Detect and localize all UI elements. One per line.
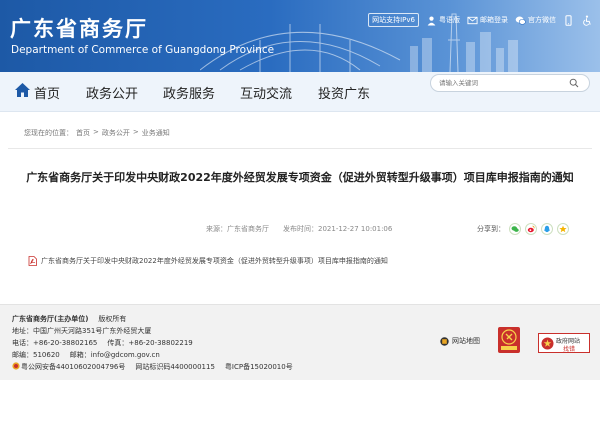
share-weibo-button[interactable] [525, 223, 537, 235]
gov-seal-icon [541, 337, 554, 350]
nav-item-home[interactable]: 首页 [34, 83, 60, 102]
nav-item-interaction[interactable]: 互动交流 [240, 83, 292, 102]
footer-address: 地址：中国广州天河路351号广东外经贸大厦 [12, 327, 152, 335]
pdf-icon [28, 256, 37, 266]
breadcrumb-business-notice[interactable]: 业务通知 [142, 128, 170, 138]
breadcrumb-prefix: 您现在的位置： [24, 129, 73, 137]
site-title: 广东省商务厅 [10, 17, 148, 41]
ipv6-badge: 网站支持IPv6 [368, 13, 419, 27]
site-subtitle: Department of Commerce of Guangdong Prov… [11, 44, 275, 56]
footer-email: 邮箱：info@gdcom.gov.cn [69, 351, 160, 359]
police-badge-icon [12, 362, 20, 370]
home-icon[interactable] [14, 82, 31, 98]
share-wechat-button[interactable] [509, 223, 521, 235]
official-wechat-label: 官方微信 [528, 16, 556, 24]
mail-login-label: 邮箱登录 [480, 16, 508, 24]
nav-item-gov-services[interactable]: 政务服务 [163, 83, 215, 102]
gov-badge-line2: 找错 [563, 346, 576, 353]
footer-postcode: 邮编：510620 [12, 351, 60, 359]
breadcrumb-home[interactable]: 首页 [76, 128, 90, 138]
official-wechat-link[interactable]: 官方微信 [515, 15, 556, 26]
article-meta: 来源：广东省商务厅 发布时间：2021-12-27 10:01:06 [206, 224, 392, 234]
footer-reg-line: 粤公网安备44010602004796号 网站标识码4400000115 粤ICP备… [12, 362, 293, 372]
breadcrumb-separator: > [93, 128, 99, 136]
mail-icon [467, 16, 478, 24]
share-qq-button[interactable] [541, 223, 553, 235]
share-bar: 分享到： [477, 223, 569, 235]
footer-org-line: 广东省商务厅(主办单位) 版权所有 [12, 314, 126, 324]
search-box [430, 74, 590, 92]
attachment-title: 广东省商务厅关于印发中央财政2022年度外经贸发展专项资金（促进外贸转型升级事项… [41, 257, 388, 265]
attachment-link[interactable]: 广东省商务厅关于印发中央财政2022年度外经贸发展专项资金（促进外贸转型升级事项… [28, 256, 388, 266]
cantonese-link[interactable]: 粤语版 [426, 15, 460, 26]
wechat-icon [515, 16, 526, 25]
search-input[interactable] [431, 79, 569, 87]
wechat-icon [511, 226, 519, 232]
gov-site-error-badge[interactable]: 政府网站 找错 [538, 333, 590, 353]
cantonese-label: 粤语版 [439, 16, 460, 24]
share-qzone-button[interactable] [557, 223, 569, 235]
breadcrumb-gov-affairs[interactable]: 政务公开 [102, 128, 130, 138]
qq-icon [544, 225, 550, 233]
article-source: 来源：广东省商务厅 [206, 225, 269, 233]
sitemap-label: 网站地图 [452, 337, 480, 345]
person-icon [427, 16, 436, 26]
mobile-link[interactable] [563, 14, 574, 26]
sitemap-icon [440, 336, 449, 346]
footer-fax: 传真：+86-20-38802219 [107, 339, 193, 347]
share-label: 分享到： [477, 225, 505, 233]
top-links: 网站支持IPv6 粤语版 邮箱登录 官方微信 [368, 13, 592, 27]
footer-icp[interactable]: 粤ICP备15020010号 [225, 363, 293, 371]
party-gov-badge[interactable] [498, 327, 520, 353]
mobile-icon [565, 14, 572, 26]
sitemap-link[interactable]: 网站地图 [440, 336, 480, 346]
accessibility-link[interactable] [581, 15, 592, 26]
footer-rights: 版权所有 [98, 315, 127, 323]
footer-org: 广东省商务厅(主办单位) [12, 315, 89, 323]
footer-police[interactable]: 粤公网安备44010602004796号 [21, 363, 125, 371]
article-time: 发布时间：2021-12-27 10:01:06 [283, 225, 393, 233]
mail-login-link[interactable]: 邮箱登录 [467, 15, 508, 26]
footer-site-code: 网站标识码4400000115 [135, 363, 215, 371]
breadcrumb: 您现在的位置： 首页 > 政务公开 > 业务通知 [24, 128, 170, 138]
header-banner: 广东省商务厅 Department of Commerce of Guangdo… [0, 0, 600, 72]
weibo-icon [527, 225, 535, 233]
footer-phone: 电话：+86-20-38802165 [12, 339, 98, 347]
breadcrumb-separator: > [132, 128, 139, 136]
nav-item-invest-guangdong[interactable]: 投资广东 [318, 83, 370, 102]
qzone-icon [559, 225, 567, 233]
footer-post-line: 邮编：510620 邮箱：info@gdcom.gov.cn [12, 350, 160, 360]
footer-phone-line: 电话：+86-20-38802165 传真：+86-20-38802219 [12, 338, 193, 348]
nav-item-gov-affairs-open[interactable]: 政务公开 [86, 83, 138, 102]
page: 广东省商务厅 Department of Commerce of Guangdo… [0, 0, 600, 430]
accessibility-icon [583, 15, 591, 26]
article-title: 广东省商务厅关于印发中央财政2022年度外经贸发展专项资金（促进外贸转型升级事项… [26, 171, 574, 184]
search-icon[interactable] [569, 78, 579, 88]
